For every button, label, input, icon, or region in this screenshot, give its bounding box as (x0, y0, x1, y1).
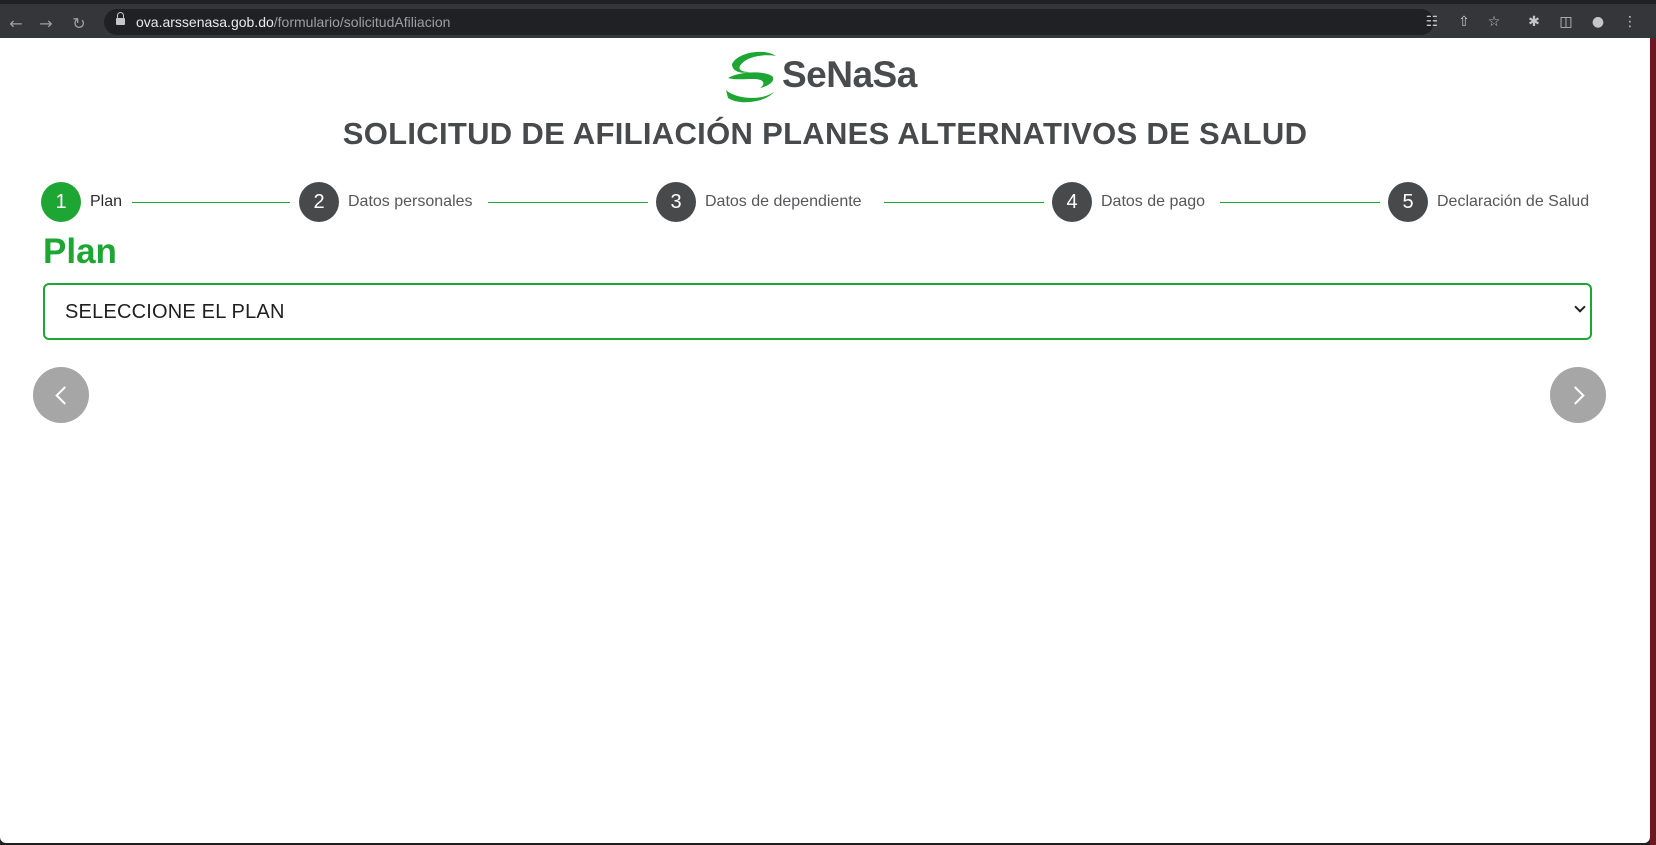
url-host: ova.arssenasa.gob.do (136, 14, 274, 30)
profile-icon[interactable]: ● (1588, 12, 1608, 32)
step-number: 3 (656, 182, 696, 222)
menu-icon[interactable]: ⋮ (1620, 12, 1640, 32)
reload-icon[interactable]: ↻ (66, 10, 92, 36)
step-datos-pago[interactable]: 4 Datos de pago (1052, 182, 1205, 222)
step-number: 5 (1388, 182, 1428, 222)
section-title: Plan (43, 232, 117, 271)
senasa-logo-mark (726, 51, 776, 103)
lock-icon[interactable] (116, 12, 125, 26)
previous-button[interactable] (33, 367, 89, 423)
share-icon[interactable]: ⇧ (1454, 12, 1474, 32)
background-window-edge (1650, 38, 1656, 845)
chevron-right-icon (1565, 385, 1585, 405)
bookmark-star-icon[interactable]: ☆ (1484, 12, 1504, 32)
stepper-connector (1220, 202, 1380, 203)
step-label: Datos de pago (1101, 193, 1206, 210)
url-path: /formulario/solicitudAfiliacion (273, 14, 451, 30)
forward-icon[interactable]: → (33, 10, 59, 36)
address-bar[interactable]: ova.arssenasa.gob.do/formulario/solicitu… (104, 9, 1500, 35)
plan-select[interactable]: SELECCIONE EL PLAN (43, 283, 1592, 340)
plan-select-value: SELECCIONE EL PLAN (65, 301, 285, 323)
step-label: Datos de dependiente (705, 193, 862, 210)
stepper-connector (488, 202, 648, 203)
stepper-connector (132, 202, 290, 203)
browser-toolbar: ← → ↻ ova.arssenasa.gob.do/formulario/so… (0, 0, 1656, 38)
url-text: ova.arssenasa.gob.do/formulario/solicitu… (136, 14, 450, 30)
step-label: Datos personales (348, 193, 473, 210)
step-number: 4 (1052, 182, 1092, 222)
extensions-icon[interactable]: ✱ (1524, 12, 1544, 32)
translate-icon[interactable]: ☷ (1422, 12, 1442, 32)
step-label: Plan (90, 193, 123, 210)
step-number: 2 (299, 182, 339, 222)
step-datos-dependiente[interactable]: 3 Datos de dependiente (656, 182, 862, 222)
web-page: SeNaSa SOLICITUD DE AFILIACIÓN PLANES AL… (0, 38, 1650, 843)
page-title: SOLICITUD DE AFILIACIÓN PLANES ALTERNATI… (342, 116, 1308, 151)
step-plan[interactable]: 1 Plan (41, 182, 122, 222)
chevron-left-icon (54, 385, 74, 405)
back-icon[interactable]: ← (3, 10, 29, 36)
senasa-logo: SeNaSa (720, 46, 920, 106)
step-number: 1 (41, 182, 81, 222)
stepper-connector (884, 202, 1044, 203)
step-label: Declaración de Salud (1437, 193, 1590, 210)
side-panel-icon[interactable]: ◫ (1556, 12, 1576, 32)
next-button[interactable] (1550, 367, 1606, 423)
step-datos-personales[interactable]: 2 Datos personales (299, 182, 473, 222)
step-declaracion-salud[interactable]: 5 Declaración de Salud (1388, 182, 1589, 222)
logo-text: SeNaSa (782, 54, 917, 95)
chevron-down-icon (1574, 301, 1586, 313)
